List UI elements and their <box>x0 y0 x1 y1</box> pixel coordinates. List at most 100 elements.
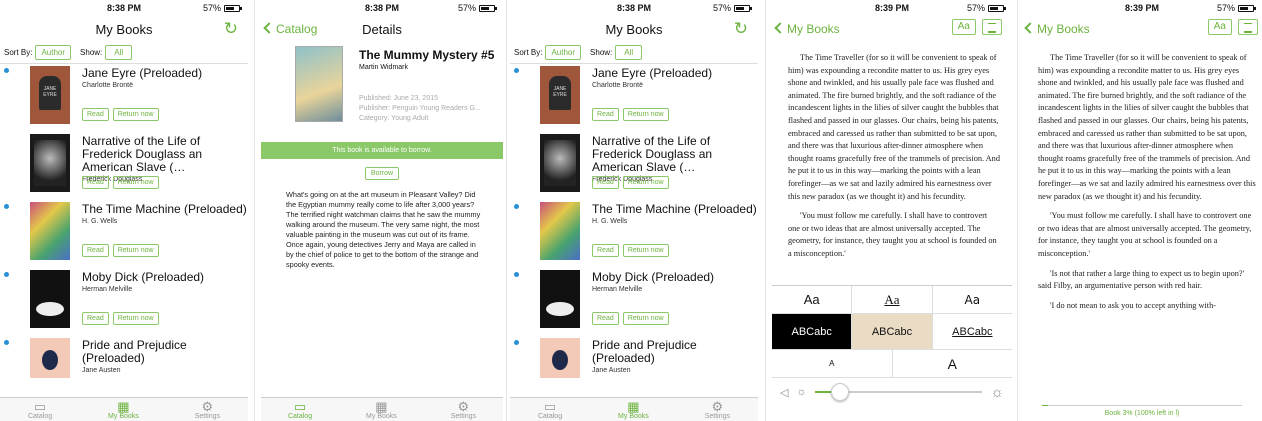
tab-settings[interactable]: ⚙ Settings <box>705 398 730 421</box>
list-item[interactable]: Pride and Prejudice (Preloaded) Jane Aus… <box>0 336 248 404</box>
tab-label: Catalog <box>287 413 313 420</box>
font-serif-option[interactable]: Aa <box>852 286 933 313</box>
theme-sepia-option[interactable]: ABCabc <box>852 314 933 349</box>
read-button[interactable]: Read <box>82 312 109 325</box>
speaker-icon[interactable]: ◁ <box>780 386 788 399</box>
return-button[interactable]: Return now <box>622 312 669 325</box>
tab-my-books[interactable]: ▦ My Books <box>366 398 397 421</box>
unread-dot <box>514 68 519 73</box>
tab-label: Settings <box>194 413 221 420</box>
return-button[interactable]: Return now <box>112 176 159 189</box>
book-icon: ▭ <box>33 399 47 414</box>
progress-bar <box>1042 405 1242 406</box>
books-grid-icon: ▦ <box>375 399 388 414</box>
list-item[interactable]: Narrative of the Life of Frederick Dougl… <box>510 132 758 200</box>
borrow-button[interactable]: Borrow <box>365 167 399 180</box>
back-label: My Books <box>787 22 840 36</box>
font-dyslexic-option[interactable]: Aa <box>933 286 1012 313</box>
book-author: H. G. Wells <box>592 218 628 225</box>
gear-icon: ⚙ <box>201 399 214 414</box>
increase-text-size-button[interactable]: A <box>893 350 1013 377</box>
tab-settings[interactable]: ⚙ Settings <box>195 398 220 421</box>
theme-light-option[interactable]: ABCabc <box>933 314 1012 349</box>
book-author: Charlotte Brontë <box>592 82 643 89</box>
read-button[interactable]: Read <box>592 176 619 189</box>
book-list: JANE EYRE Jane Eyre (Preloaded) Charlotte… <box>510 64 758 404</box>
battery-indicator: 57% <box>457 3 497 13</box>
tab-settings[interactable]: ⚙ Settings <box>451 398 476 421</box>
read-button[interactable]: Read <box>592 312 619 325</box>
battery-indicator: 57% <box>713 3 752 13</box>
back-button[interactable]: My Books <box>1024 22 1090 36</box>
show-all-button[interactable]: All <box>615 45 643 60</box>
text-settings-button[interactable]: Aa <box>951 19 976 35</box>
book-title: The Time Machine (Preloaded) <box>592 202 757 216</box>
return-button[interactable]: Return now <box>112 108 159 121</box>
divider <box>506 0 507 421</box>
tab-label: My Books <box>366 413 397 420</box>
reader-text: The Time Traveller (for so it will be co… <box>772 42 1012 261</box>
book-icon: ▭ <box>543 399 557 414</box>
list-item[interactable]: Narrative of the Life of Frederick Dougl… <box>0 132 248 200</box>
tab-label: Catalog <box>27 413 53 420</box>
read-button[interactable]: Read <box>592 244 619 257</box>
tab-catalog[interactable]: ▭ Catalog <box>538 398 562 421</box>
font-sans-option[interactable]: Aa <box>772 286 853 313</box>
read-button[interactable]: Read <box>82 244 109 257</box>
list-item[interactable]: JANE EYRE Jane Eyre (Preloaded) Charlotte… <box>0 64 248 132</box>
tab-catalog[interactable]: ▭ Catalog <box>288 398 312 421</box>
refresh-icon[interactable]: ↻ <box>224 19 238 39</box>
gear-icon: ⚙ <box>457 399 470 414</box>
status-bar: 8:38 PM 57% <box>510 0 758 18</box>
book-title: Narrative of the Life of Frederick Dougl… <box>82 134 203 174</box>
toc-icon[interactable] <box>1238 19 1258 35</box>
return-button[interactable]: Return now <box>112 244 159 257</box>
battery-icon <box>224 4 242 12</box>
list-item[interactable]: The Time Machine (Preloaded) H. G. Wells… <box>510 200 758 268</box>
text-settings-button[interactable]: Aa <box>1207 19 1232 35</box>
battery-percent: 57% <box>457 3 476 13</box>
refresh-icon[interactable]: ↻ <box>734 19 748 39</box>
book-meta: Published: June 23, 2015 Publisher: Peng… <box>359 94 499 124</box>
return-button[interactable]: Return now <box>622 108 669 121</box>
list-item[interactable]: Moby Dick (Preloaded) Herman Melville Re… <box>510 268 758 336</box>
back-button[interactable]: My Books <box>774 22 840 36</box>
chevron-left-icon <box>1024 22 1036 34</box>
reader-settings-screen: 8:39 PM 57% My Books Aa The Time Travell… <box>772 0 1012 421</box>
book-title: Narrative of the Life of Frederick Dougl… <box>592 134 713 174</box>
paragraph: 'Is not that rather a large thing to exp… <box>1038 268 1245 291</box>
theme-dark-option[interactable]: ABCabc <box>772 314 853 349</box>
show-label: Show: <box>590 48 613 57</box>
list-item[interactable]: JANE EYRE Jane Eyre (Preloaded) Charlotte… <box>510 64 758 132</box>
brightness-knob[interactable] <box>830 383 849 401</box>
return-button[interactable]: Return now <box>622 244 669 257</box>
tab-my-books[interactable]: ▦ My Books <box>618 398 649 421</box>
list-item[interactable]: The Time Machine (Preloaded) H. G. Wells… <box>0 200 248 268</box>
book-author: Jane Austen <box>592 367 631 374</box>
sort-author-button[interactable]: Author <box>35 45 72 60</box>
divider <box>254 0 255 421</box>
nav-bar: My Books Aa <box>772 18 1012 42</box>
reading-progress: Book 3% (100% left in l) <box>1022 401 1262 421</box>
tab-my-books[interactable]: ▦ My Books <box>108 398 139 421</box>
read-button[interactable]: Read <box>82 176 109 189</box>
return-button[interactable]: Return now <box>112 312 159 325</box>
return-button[interactable]: Return now <box>622 176 669 189</box>
theme-row: ABCabc ABCabc ABCabc <box>772 314 1012 350</box>
read-button[interactable]: Read <box>82 108 109 121</box>
unread-dot <box>4 68 9 73</box>
tab-catalog[interactable]: ▭ Catalog <box>28 398 52 421</box>
font-row: Aa Aa Aa <box>772 286 1012 314</box>
read-button[interactable]: Read <box>592 108 619 121</box>
list-item[interactable]: Moby Dick (Preloaded) Herman Melville Re… <box>0 268 248 336</box>
show-all-button[interactable]: All <box>105 45 133 60</box>
battery-indicator: 57% <box>967 3 1006 13</box>
book-title: Jane Eyre (Preloaded) <box>82 66 203 80</box>
brightness-slider[interactable] <box>814 383 983 401</box>
unread-dot <box>514 272 519 277</box>
toc-icon[interactable] <box>982 19 1002 35</box>
decrease-text-size-button[interactable]: A <box>772 350 893 377</box>
tab-label: Settings <box>450 413 477 420</box>
list-item[interactable]: Pride and Prejudice (Preloaded) Jane Aus… <box>510 336 758 404</box>
sort-author-button[interactable]: Author <box>545 45 582 60</box>
